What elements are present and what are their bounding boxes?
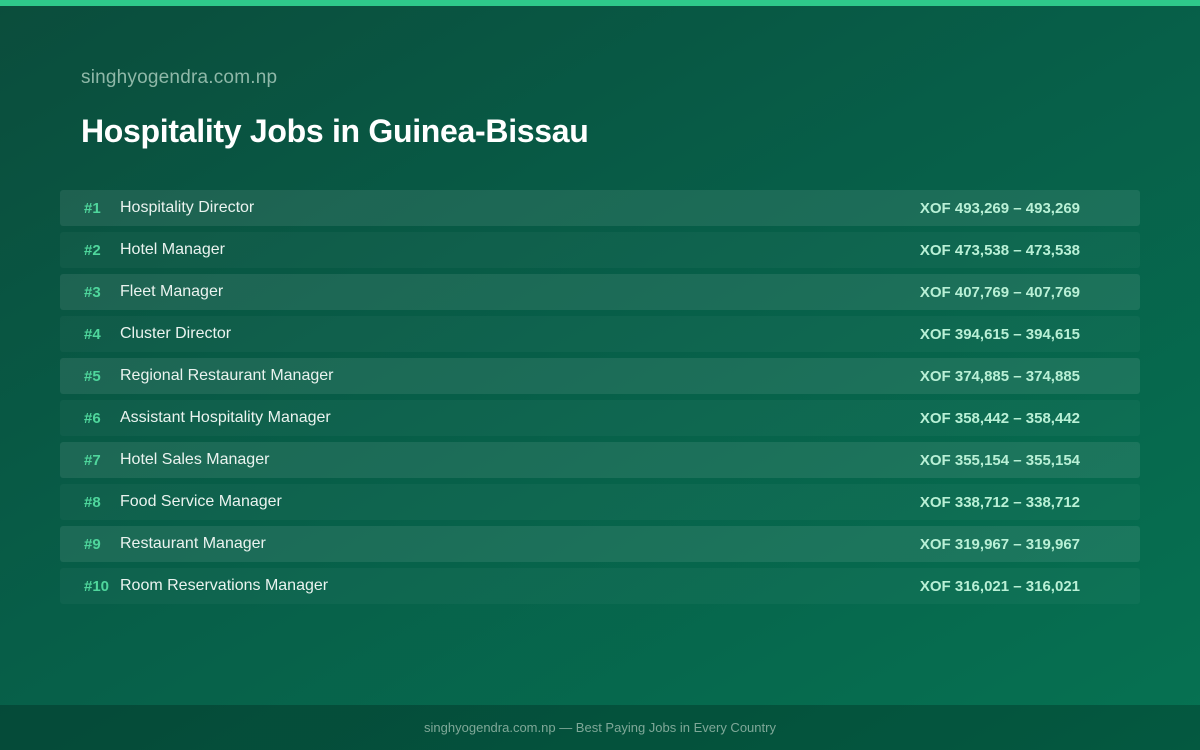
job-salary: XOF 319,967 – 319,967 (919, 535, 1080, 553)
page-title: Hospitality Jobs in Guinea-Bissau (81, 113, 589, 149)
job-title: Cluster Director (120, 325, 232, 342)
job-salary: XOF 355,154 – 355,154 (919, 451, 1080, 469)
job-rank: #5 (84, 367, 101, 385)
job-title: Food Service Manager (120, 493, 282, 510)
job-rank: #7 (84, 451, 101, 469)
job-row: #1 Hospitality Director XOF 493,269 – 49… (60, 190, 1140, 226)
job-row: #5 Regional Restaurant Manager XOF 374,8… (60, 358, 1140, 394)
job-salary: XOF 338,712 – 338,712 (919, 493, 1080, 511)
job-title: Restaurant Manager (120, 535, 266, 552)
job-row: #3 Fleet Manager XOF 407,769 – 407,769 (60, 274, 1140, 310)
footer-text: singhyogendra.com.np — Best Paying Jobs … (424, 720, 776, 735)
job-rank: #4 (84, 325, 101, 343)
footer: singhyogendra.com.np — Best Paying Jobs … (0, 705, 1200, 750)
job-title: Fleet Manager (120, 283, 224, 300)
job-rank: #1 (84, 199, 101, 217)
job-row: #7 Hotel Sales Manager XOF 355,154 – 355… (60, 442, 1140, 478)
job-row: #2 Hotel Manager XOF 473,538 – 473,538 (60, 232, 1140, 268)
job-salary: XOF 358,442 – 358,442 (919, 409, 1080, 427)
job-salary: XOF 394,615 – 394,615 (919, 325, 1080, 343)
job-row: #8 Food Service Manager XOF 338,712 – 33… (60, 484, 1140, 520)
job-rank: #9 (84, 535, 101, 553)
job-salary: XOF 407,769 – 407,769 (919, 283, 1080, 301)
job-title: Assistant Hospitality Manager (120, 409, 331, 426)
job-row: #4 Cluster Director XOF 394,615 – 394,61… (60, 316, 1140, 352)
job-rank: #8 (84, 493, 101, 511)
job-row: #6 Assistant Hospitality Manager XOF 358… (60, 400, 1140, 436)
job-title: Hospitality Director (120, 199, 255, 216)
job-title: Regional Restaurant Manager (120, 367, 334, 384)
job-rank: #2 (84, 241, 101, 259)
job-rank: #6 (84, 409, 101, 427)
job-title: Room Reservations Manager (120, 577, 329, 594)
job-salary: XOF 316,021 – 316,021 (919, 577, 1080, 595)
job-salary: XOF 473,538 – 473,538 (919, 241, 1080, 259)
site-name: singhyogendra.com.np (81, 67, 278, 88)
job-title: Hotel Manager (120, 241, 225, 258)
job-row: #10 Room Reservations Manager XOF 316,02… (60, 568, 1140, 604)
job-list: #1 Hospitality Director XOF 493,269 – 49… (60, 190, 1140, 610)
job-salary: XOF 374,885 – 374,885 (919, 367, 1080, 385)
job-rank: #3 (84, 283, 101, 301)
top-accent-bar (0, 0, 1200, 6)
job-title: Hotel Sales Manager (120, 451, 270, 468)
job-rank: #10 (84, 577, 110, 595)
job-salary: XOF 493,269 – 493,269 (919, 199, 1080, 217)
job-row: #9 Restaurant Manager XOF 319,967 – 319,… (60, 526, 1140, 562)
